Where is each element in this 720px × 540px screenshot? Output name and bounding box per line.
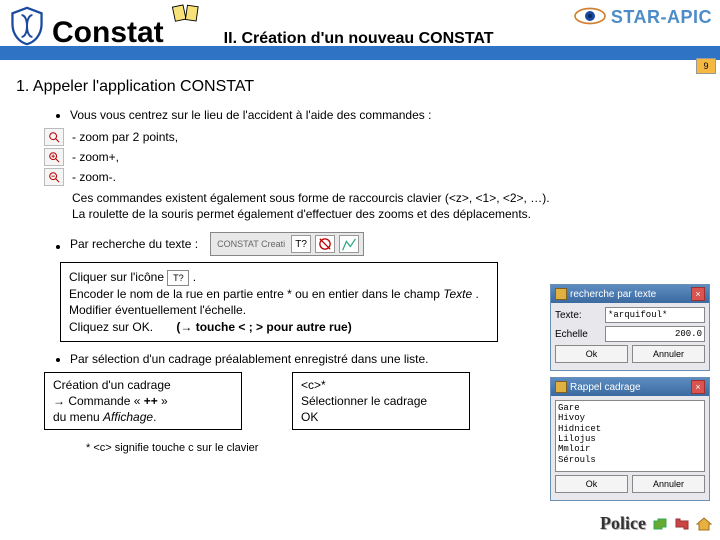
close-icon[interactable]: × (691, 287, 705, 301)
shortcut-para: Ces commandes existent également sous fo… (72, 190, 704, 206)
label-texte: Texte: (555, 310, 601, 321)
cadrage-select-box: <c>* Sélectionner le cadrage OK (292, 372, 470, 431)
cc-l3a: du menu (53, 410, 103, 424)
cadrage-create-box: Création d'un cadrage → Commande « ++ » … (44, 372, 242, 431)
footer-home-icon (696, 517, 712, 531)
mouse-para: La roulette de la souris permet égalemen… (72, 206, 704, 222)
cs-l1: <c>* (301, 378, 326, 392)
cancel-button[interactable]: Annuler (632, 475, 705, 493)
list-item[interactable]: Lilojus (558, 434, 702, 444)
cadrage-list[interactable]: Gare Hivoy Hidnicet Lilojus Mmloir Sérou… (555, 400, 705, 472)
list-item[interactable]: Hidnicet (558, 424, 702, 434)
box-l4b: (→ touche < ; > pour autre rue) (176, 320, 351, 334)
bullet-icon (56, 245, 60, 249)
footer-hand-icon (674, 517, 690, 531)
box-l2a: Encoder le nom de la rue en partie entre… (69, 287, 443, 301)
search-bullet: Par recherche du texte : (70, 237, 198, 251)
dialog-icon (555, 381, 567, 393)
list-item[interactable]: Hivoy (558, 413, 702, 423)
dialog-rappel-title: Rappel cadrage (570, 382, 641, 393)
search-instructions-box: Cliquer sur l'icône T? . Encoder le nom … (60, 262, 498, 341)
field-texte[interactable]: *arquifoul* (605, 307, 705, 323)
toolbar-label: CONSTAT Creati (215, 239, 287, 249)
ok-button[interactable]: Ok (555, 475, 628, 493)
header-bar: 9 (0, 46, 720, 60)
books-icon (172, 2, 208, 26)
police-shield-icon (8, 6, 46, 46)
cancel-button[interactable]: Annuler (632, 345, 705, 363)
dialog-search-titlebar[interactable]: recherche par texte × (551, 285, 709, 303)
box-l3: Modifier éventuellement l'échelle. (69, 303, 246, 317)
cc-l2a: → Commande « (53, 394, 144, 408)
box-l1b: . (193, 270, 196, 284)
header: Constat II. Création d'un nouveau CONSTA… (0, 0, 720, 46)
toolbar-icon-3 (339, 235, 359, 253)
zoom-plus-icon (44, 148, 64, 166)
constat-toolbar: CONSTAT Creati T? (210, 232, 364, 256)
bullet-icon (56, 358, 60, 362)
close-icon[interactable]: × (691, 380, 705, 394)
field-echelle[interactable]: 200.0 (605, 326, 705, 342)
list-item[interactable]: Mmloir (558, 444, 702, 454)
police-logo-text: Police (600, 513, 646, 534)
bullet-icon (56, 114, 60, 118)
zoom-minus-icon (44, 168, 64, 186)
ok-button[interactable]: Ok (555, 345, 628, 363)
tq-inline-icon: T? (167, 270, 189, 286)
cc-l3b: Affichage (103, 410, 153, 424)
box-l2c: . (476, 287, 479, 301)
zoom-2points-icon (44, 128, 64, 146)
zoom-minus-label: - zoom-. (72, 170, 116, 184)
starapic-logo: STAR-APIC (573, 6, 712, 29)
box-l4: Cliquez sur OK. (69, 320, 153, 334)
intro-bullet: Vous vous centrez sur le lieu de l'accid… (70, 108, 431, 122)
dialog-rappel-titlebar[interactable]: Rappel cadrage × (551, 378, 709, 396)
text-search-icon: T? (291, 235, 311, 253)
starapic-text: STAR-APIC (611, 7, 712, 28)
label-echelle: Echelle (555, 329, 601, 340)
zoom-plus-label: - zoom+, (72, 150, 119, 164)
dialog-search-text: recherche par texte × Texte: *arquifoul*… (550, 284, 710, 371)
page-number: 9 (696, 58, 716, 74)
eye-icon (573, 6, 607, 29)
dialog-search-title: recherche par texte (570, 289, 656, 300)
cc-l1: Création d'un cadrage (53, 378, 171, 392)
footer-hand-icon (652, 517, 668, 531)
list-item[interactable]: Sérouls (558, 455, 702, 465)
dialog-rappel-cadrage: Rappel cadrage × Gare Hivoy Hidnicet Lil… (550, 377, 710, 501)
box-l2b: Texte (443, 287, 472, 301)
cc-l2c: » (158, 394, 168, 408)
cc-l3c: . (153, 410, 156, 424)
list-item[interactable]: Gare (558, 403, 702, 413)
toolbar-icon-2 (315, 235, 335, 253)
box-l1a: Cliquer sur l'icône (69, 270, 167, 284)
cs-l2: Sélectionner le cadrage (301, 394, 427, 408)
cadrage-bullet: Par sélection d'un cadrage préalablement… (70, 352, 429, 366)
footer: Police (600, 513, 712, 534)
app-title: Constat (52, 16, 164, 50)
subsection-title: 1. Appeler l'application CONSTAT (16, 78, 704, 96)
zoom-2points-label: - zoom par 2 points, (72, 130, 178, 144)
cs-l3: OK (301, 410, 318, 424)
cc-l2b: ++ (144, 394, 158, 408)
dialog-icon (555, 288, 567, 300)
